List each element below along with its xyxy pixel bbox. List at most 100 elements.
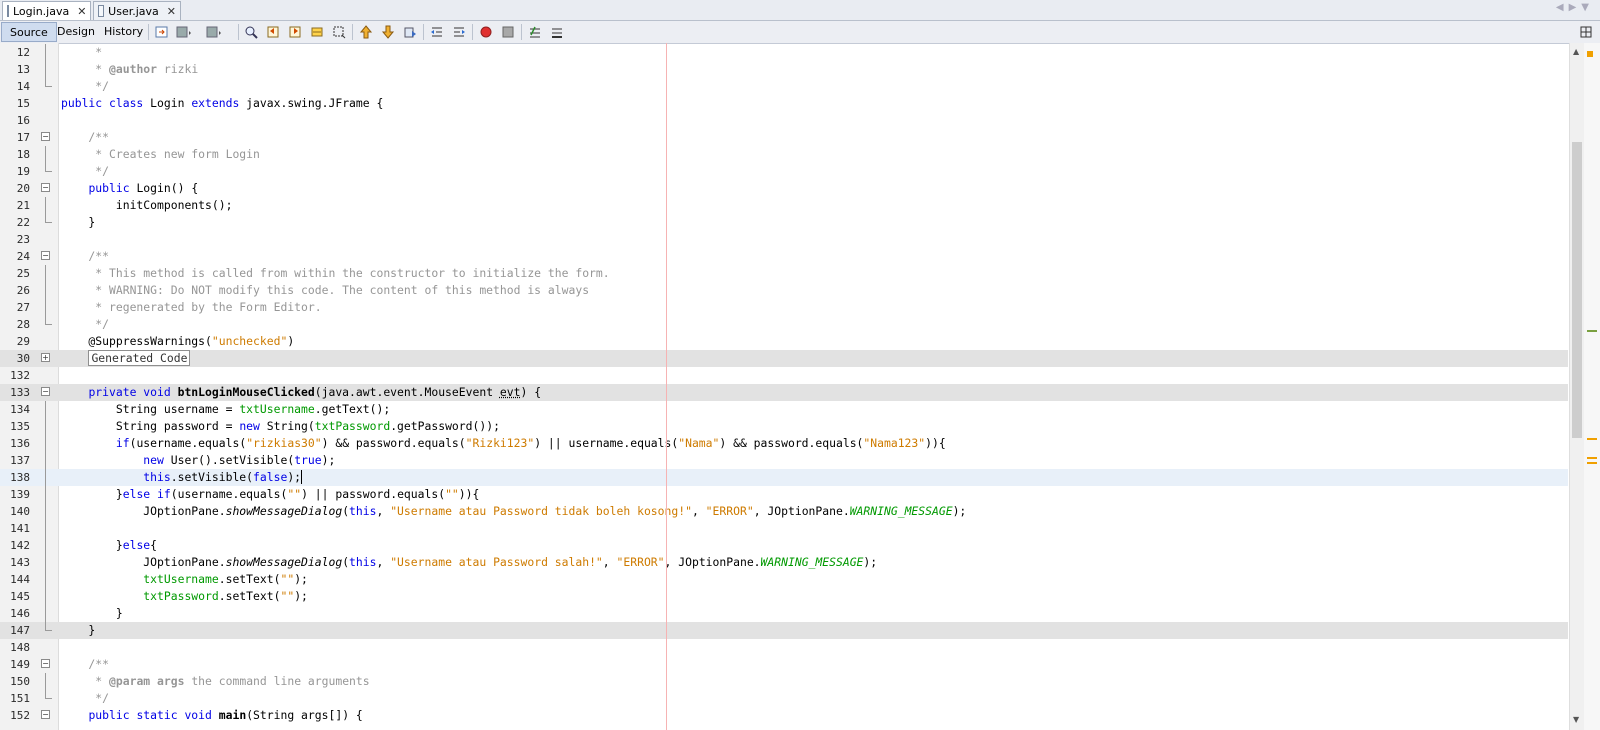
code-line[interactable]: 147 }: [0, 622, 1568, 639]
code-line[interactable]: 152 − public static void main(String args…: [0, 707, 1568, 724]
stripe-mark[interactable]: [1587, 330, 1597, 332]
last-edit-icon[interactable]: [154, 24, 170, 40]
collapse-fold-icon[interactable]: −: [41, 710, 50, 719]
stripe-mark[interactable]: [1587, 462, 1597, 464]
code-line[interactable]: 136 if(username.equals("rizkias30") && p…: [0, 435, 1568, 452]
code-line[interactable]: 27 * regenerated by the Form Editor.: [0, 299, 1568, 316]
collapse-fold-icon[interactable]: −: [41, 183, 50, 192]
code-text: */: [61, 690, 109, 707]
code-line[interactable]: 17 − /**: [0, 129, 1568, 146]
fold-guide: [45, 435, 46, 452]
find-previous-icon[interactable]: [265, 24, 281, 40]
code-line[interactable]: 22 }: [0, 214, 1568, 231]
collapse-fold-icon[interactable]: −: [41, 251, 50, 260]
code-line[interactable]: 20 − public Login() {: [0, 180, 1568, 197]
shift-left-icon[interactable]: [429, 24, 445, 40]
code-line[interactable]: 150 * @param args the command line argum…: [0, 673, 1568, 690]
stripe-mark[interactable]: [1587, 457, 1597, 459]
code-line[interactable]: 145 txtPassword.setText("");: [0, 588, 1568, 605]
toggle-highlight-icon[interactable]: [309, 24, 325, 40]
back-icon[interactable]: [176, 24, 192, 40]
code-line[interactable]: 28 */: [0, 316, 1568, 333]
code-line[interactable]: 140 JOptionPane.showMessageDialog(this, …: [0, 503, 1568, 520]
find-icon[interactable]: [243, 24, 259, 40]
collapse-fold-icon[interactable]: −: [41, 132, 50, 141]
code-line[interactable]: 23: [0, 231, 1568, 248]
history-view-tab[interactable]: History: [96, 22, 151, 42]
code-line[interactable]: 29 @SuppressWarnings("unchecked"): [0, 333, 1568, 350]
stripe-mark[interactable]: [1587, 438, 1597, 440]
close-tab-icon[interactable]: ✕: [77, 5, 86, 18]
code-line[interactable]: 149 − /**: [0, 656, 1568, 673]
code-line[interactable]: 14 */: [0, 78, 1568, 95]
code-line[interactable]: 138 this.setVisible(false);: [0, 469, 1568, 486]
code-token: JOptionPane.: [61, 555, 226, 569]
rectangular-selection-icon[interactable]: [331, 24, 347, 40]
code-line[interactable]: 18 * Creates new form Login: [0, 146, 1568, 163]
code-line[interactable]: 30 + Generated Code: [0, 350, 1568, 367]
expand-fold-icon[interactable]: +: [41, 353, 50, 362]
forward-icon[interactable]: [206, 24, 222, 40]
code-line[interactable]: 142 }else{: [0, 537, 1568, 554]
code-line[interactable]: 148: [0, 639, 1568, 656]
code-line[interactable]: 151 */: [0, 690, 1568, 707]
code-line[interactable]: 132: [0, 367, 1568, 384]
code-token: else: [122, 538, 151, 552]
code-text: }: [61, 214, 95, 231]
code-line[interactable]: 146 }: [0, 605, 1568, 622]
code-line[interactable]: 19 */: [0, 163, 1568, 180]
tab-user-java[interactable]: User.java ✕: [93, 1, 181, 20]
close-tab-icon[interactable]: ✕: [167, 5, 176, 18]
code-line[interactable]: 143 JOptionPane.showMessageDialog(this, …: [0, 554, 1568, 571]
code-line[interactable]: 25 * This method is called from within t…: [0, 265, 1568, 282]
next-bookmark-icon[interactable]: [380, 24, 396, 40]
code-line[interactable]: 133 − private void btnLoginMouseClicked(j…: [0, 384, 1568, 401]
start-macro-recording-icon[interactable]: [478, 24, 494, 40]
code-line[interactable]: 137 new User().setVisible(true);: [0, 452, 1568, 469]
vertical-scrollbar[interactable]: ▲ ▼: [1569, 43, 1584, 730]
toggle-bookmark-icon[interactable]: [402, 24, 418, 40]
line-number: 25: [16, 267, 30, 280]
code-token: evt: [499, 385, 521, 399]
code-line[interactable]: 141: [0, 520, 1568, 537]
code-token: /**: [61, 249, 110, 263]
collapse-fold-icon[interactable]: −: [41, 659, 50, 668]
code-line[interactable]: 26 * WARNING: Do NOT modify this code. T…: [0, 282, 1568, 299]
code-line[interactable]: 139 }else if(username.equals("") || pass…: [0, 486, 1568, 503]
tab-scroll-arrows[interactable]: ◀▶▼: [1556, 2, 1594, 13]
comment-icon[interactable]: [527, 24, 543, 40]
split-editor-icon[interactable]: [1578, 24, 1594, 40]
code-line[interactable]: 12 *: [0, 44, 1568, 61]
code-line[interactable]: 21 initComponents();: [0, 197, 1568, 214]
error-stripe[interactable]: [1584, 43, 1600, 730]
code-line[interactable]: 24 − /**: [0, 248, 1568, 265]
code-token: btnLoginMouseClicked: [177, 385, 315, 399]
code-line[interactable]: 13 * @author rizki: [0, 61, 1568, 78]
code-text: * WARNING: Do NOT modify this code. The …: [61, 282, 589, 299]
line-number: 144: [10, 573, 30, 586]
stop-macro-recording-icon[interactable]: [500, 24, 516, 40]
code-token: .getPassword());: [390, 419, 500, 433]
previous-bookmark-icon[interactable]: [358, 24, 374, 40]
scrollbar-thumb[interactable]: [1572, 142, 1582, 438]
code-token[interactable]: Generated Code: [88, 350, 191, 366]
code-line[interactable]: 16: [0, 112, 1568, 129]
code-token: User().setVisible(: [163, 453, 295, 467]
scroll-down-icon[interactable]: ▼: [1573, 715, 1579, 724]
line-number: 29: [16, 335, 30, 348]
tab-login-java[interactable]: Login.java ✕: [2, 1, 91, 20]
code-token: (String args[]) {: [246, 708, 363, 722]
shift-right-icon[interactable]: [451, 24, 467, 40]
code-editor[interactable]: 12 * 13 * @author rizki 14 */15 public clas…: [0, 43, 1600, 730]
code-token: initComponents();: [61, 198, 233, 212]
line-number: 151: [10, 692, 30, 705]
find-next-icon[interactable]: [287, 24, 303, 40]
code-line[interactable]: 144 txtUsername.setText("");: [0, 571, 1568, 588]
code-line[interactable]: 135 String password = new String(txtPass…: [0, 418, 1568, 435]
code-line[interactable]: 15 public class Login extends javax.swing…: [0, 95, 1568, 112]
scroll-up-icon[interactable]: ▲: [1573, 47, 1579, 56]
collapse-fold-icon[interactable]: −: [41, 387, 50, 396]
uncomment-icon[interactable]: [549, 24, 565, 40]
code-line[interactable]: 134 String username = txtUsername.getTex…: [0, 401, 1568, 418]
design-view-tab[interactable]: Design: [49, 22, 103, 42]
